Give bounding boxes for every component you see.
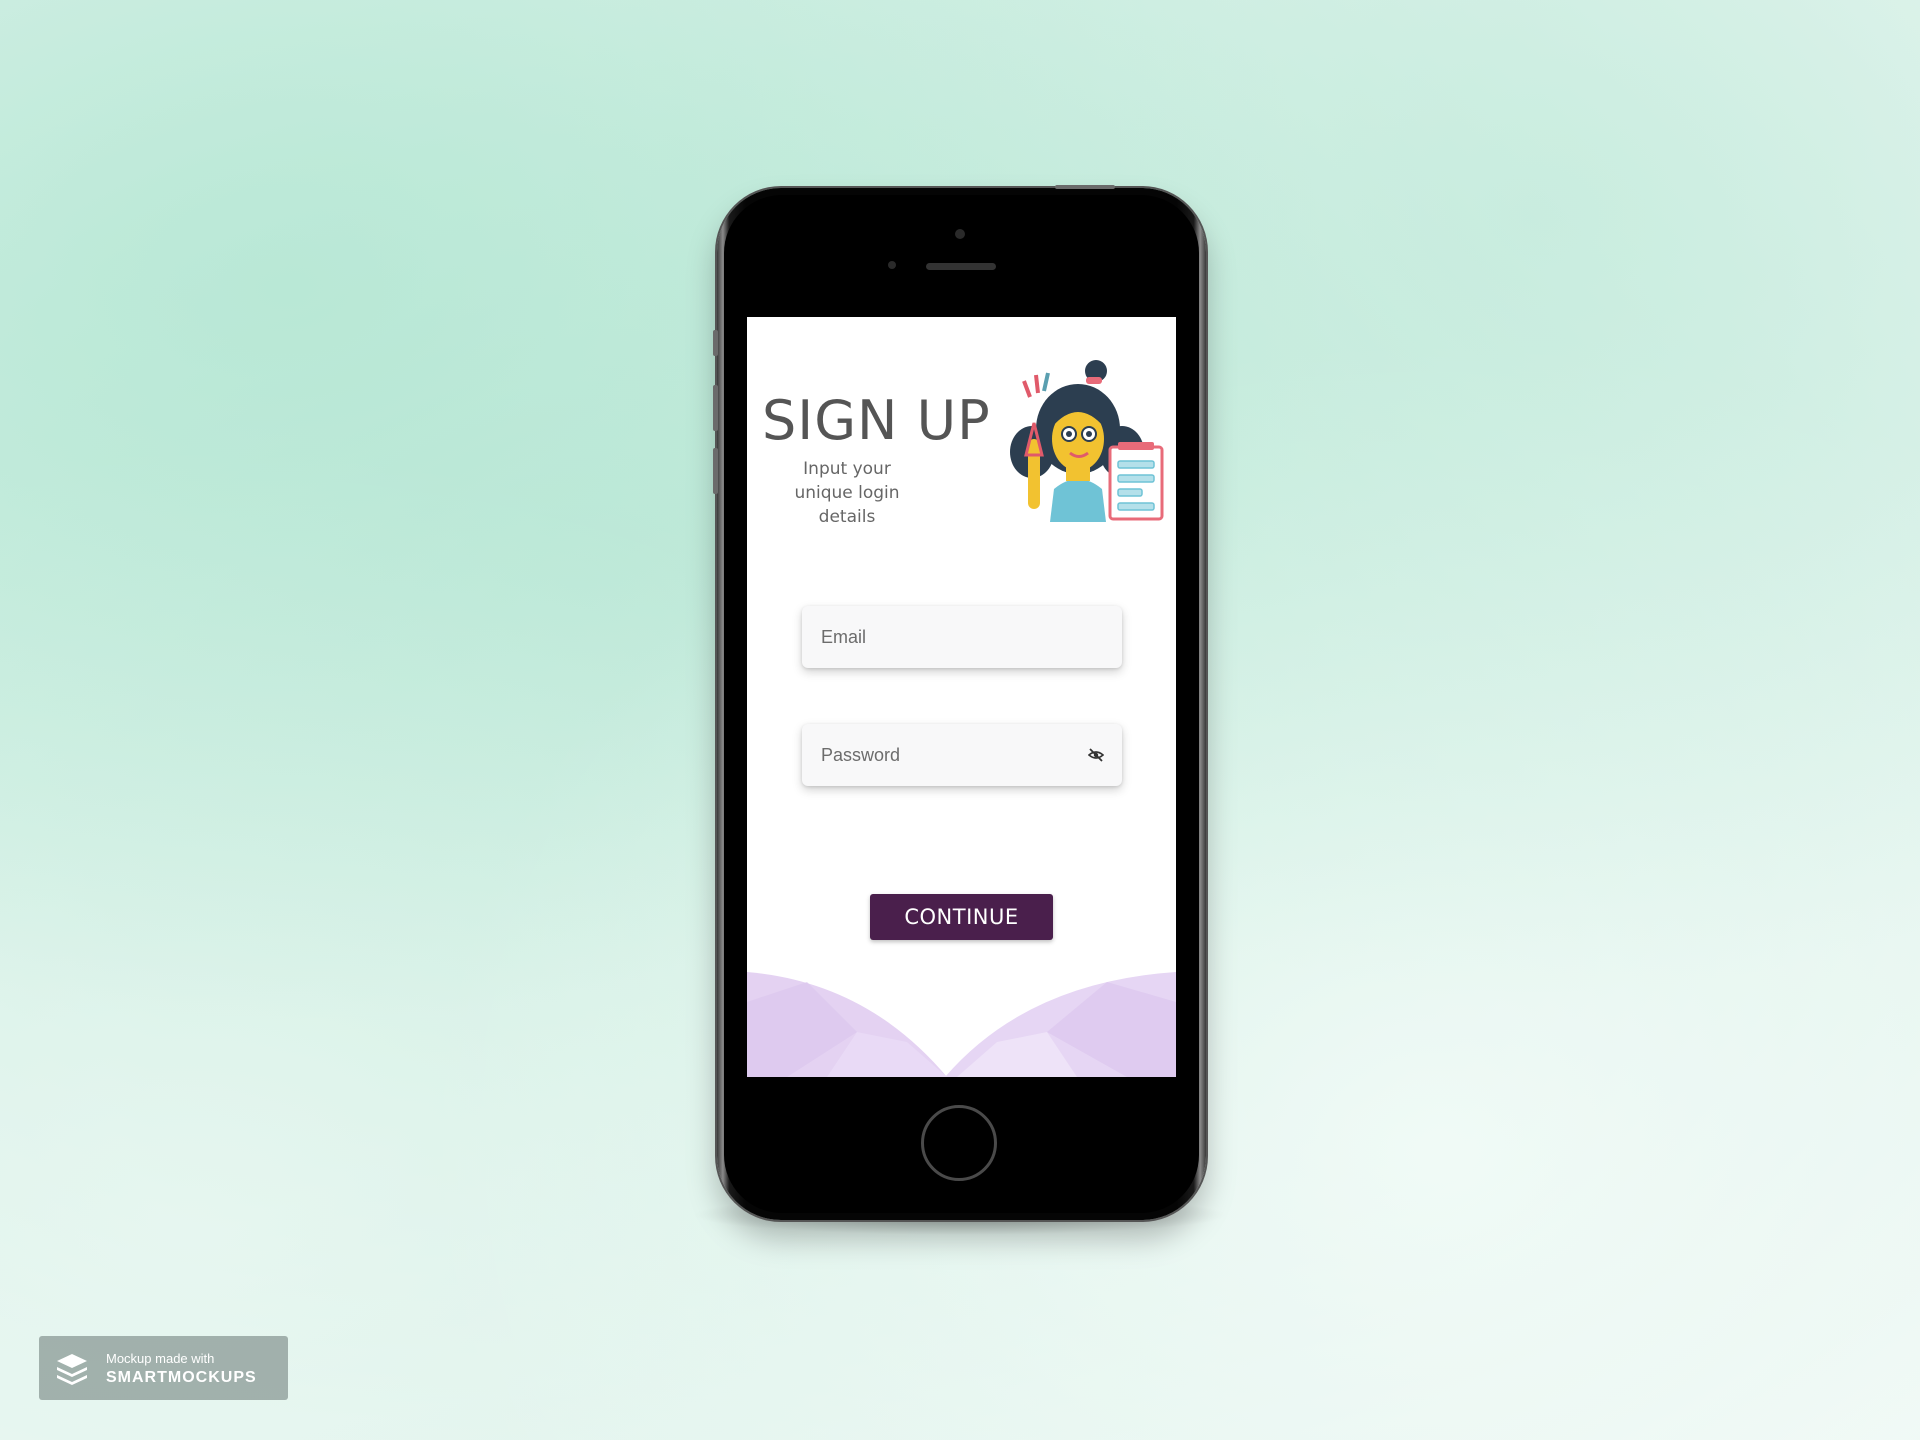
continue-button[interactable]: CONTINUE bbox=[870, 894, 1053, 940]
password-field[interactable]: Password bbox=[802, 724, 1122, 786]
smartmockups-badge[interactable]: Mockup made with SMARTMOCKUPS bbox=[39, 1336, 288, 1400]
email-field[interactable]: Email bbox=[802, 606, 1122, 668]
volume-down-button bbox=[713, 448, 718, 494]
signup-screen: SIGN UP Input your unique login details … bbox=[747, 317, 1176, 1077]
front-camera bbox=[955, 229, 965, 239]
page-title: SIGN UP bbox=[762, 389, 991, 452]
badge-brand: SMARTMOCKUPS bbox=[106, 1369, 257, 1386]
email-placeholder: Email bbox=[821, 626, 867, 647]
layers-icon bbox=[57, 1354, 87, 1385]
page-subtitle: Input your unique login details bbox=[794, 459, 900, 527]
mute-switch bbox=[713, 330, 718, 356]
password-placeholder: Password bbox=[821, 744, 901, 765]
earpiece-speaker bbox=[926, 263, 996, 270]
badge-caption: Mockup made with bbox=[106, 1351, 215, 1366]
proximity-sensor bbox=[888, 261, 896, 269]
volume-up-button bbox=[713, 385, 718, 431]
bottom-decoration bbox=[747, 972, 1176, 1077]
eye-slash-icon[interactable] bbox=[1088, 747, 1104, 763]
woman-clipboard-illustration bbox=[1010, 360, 1164, 522]
power-button bbox=[1055, 185, 1115, 189]
home-button[interactable] bbox=[921, 1105, 997, 1181]
